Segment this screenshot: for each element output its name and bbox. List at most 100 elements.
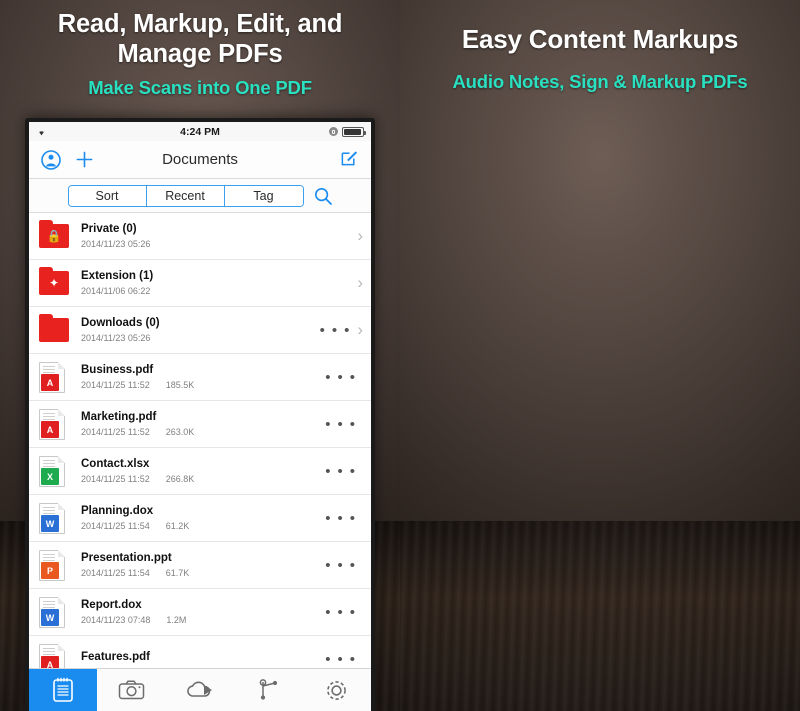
list-item-name: Business.pdf bbox=[81, 364, 154, 376]
list-item-meta: 2014/11/23 05:26 bbox=[81, 239, 357, 249]
more-dots-icon[interactable]: • • • bbox=[325, 557, 357, 574]
list-item-text: Extension (1) 2014/11/06 06:22 bbox=[81, 270, 357, 296]
segment-recent[interactable]: Recent bbox=[146, 185, 225, 206]
bottom-tab-bar[interactable] bbox=[29, 668, 371, 711]
right-wood-texture bbox=[400, 521, 800, 711]
list-item-name: Report.dox bbox=[81, 599, 142, 611]
list-item-date: 2014/11/06 06:22 bbox=[81, 286, 151, 296]
compose-icon[interactable] bbox=[340, 148, 359, 167]
list-item-date: 2014/11/25 11:54 bbox=[81, 568, 150, 578]
list-item-size: 185.5K bbox=[165, 380, 195, 390]
rotation-lock-icon bbox=[329, 127, 338, 136]
pdf-file-icon: A bbox=[39, 361, 69, 393]
list-item-text: Business.pdf 2014/11/25 11:52 185.5K bbox=[81, 364, 325, 390]
list-item[interactable]: A Business.pdf 2014/11/25 11:52 185.5K • • • bbox=[29, 354, 371, 401]
ppt-file-icon: P bbox=[39, 549, 69, 581]
list-item[interactable]: Downloads (0) 2014/11/23 05:26 • • • › bbox=[29, 307, 371, 354]
cloud-download-icon bbox=[187, 681, 213, 697]
right-heading-line1: Easy Content Markups bbox=[461, 24, 739, 54]
list-item-meta: 2014/11/06 06:22 bbox=[81, 286, 357, 296]
tab-settings[interactable] bbox=[303, 669, 371, 711]
list-item[interactable]: ✦ Extension (1) 2014/11/06 06:22 › bbox=[29, 260, 371, 307]
pdf-file-icon: A bbox=[39, 408, 69, 440]
list-item[interactable]: A Marketing.pdf 2014/11/25 11:52 263.0K • • … bbox=[29, 401, 371, 448]
more-dots-icon[interactable]: • • • bbox=[325, 510, 357, 527]
list-item-date: 2014/11/25 11:52 bbox=[81, 380, 150, 390]
search-icon[interactable] bbox=[313, 186, 333, 206]
list-item-name: Contact.xlsx bbox=[81, 458, 150, 470]
list-item-meta: 2014/11/25 11:52 263.0K bbox=[81, 427, 325, 437]
tab-documents[interactable] bbox=[29, 669, 98, 711]
list-item-name: Planning.dox bbox=[81, 505, 154, 517]
list-item-text: Private (0) 2014/11/23 05:26 bbox=[81, 223, 357, 249]
list-item-name: Downloads (0) bbox=[81, 317, 160, 329]
more-dots-icon[interactable]: • • • bbox=[325, 369, 357, 386]
folder-icon: 🔒 bbox=[39, 220, 69, 252]
list-item-name: Private (0) bbox=[81, 223, 137, 235]
list-item-meta: 2014/11/25 11:52 185.5K bbox=[81, 380, 325, 390]
right-headings: Easy Content Markups Audio Notes, Sign &… bbox=[400, 0, 800, 94]
list-item-text: Marketing.pdf 2014/11/25 11:52 263.0K bbox=[81, 411, 325, 437]
segment-sort[interactable]: Sort bbox=[68, 185, 147, 206]
list-item-date: 2014/11/25 11:54 bbox=[81, 521, 150, 531]
left-headings: Read, Markup, Edit, and Manage PDFs Make… bbox=[0, 0, 400, 100]
list-item-date: 2014/11/23 05:26 bbox=[81, 333, 151, 343]
left-heading-line2: Manage PDFs bbox=[117, 40, 283, 68]
more-dots-icon[interactable]: • • • bbox=[325, 651, 357, 668]
segment-tag[interactable]: Tag bbox=[224, 185, 303, 206]
left-heading-line1: Read, Markup, Edit, and bbox=[57, 10, 343, 38]
left-phone-frame: 4:24 PM Documents Sort Recent Tag 🔒 Priv… bbox=[25, 118, 375, 711]
tab-camera[interactable] bbox=[97, 669, 165, 711]
list-item-text: Contact.xlsx 2014/11/25 11:52 266.8K bbox=[81, 458, 325, 484]
list-item-meta: 2014/11/25 11:54 61.7K bbox=[81, 568, 325, 578]
list-item-text: Presentation.ppt 2014/11/25 11:54 61.7K bbox=[81, 552, 325, 578]
left-navbar-right-group bbox=[340, 148, 359, 172]
folder-icon bbox=[39, 314, 69, 346]
list-item-date: 2014/11/25 11:52 bbox=[81, 427, 150, 437]
right-subheading: Audio Notes, Sign & Markup PDFs bbox=[452, 71, 748, 92]
right-panel: Easy Content Markups Audio Notes, Sign &… bbox=[400, 0, 800, 711]
left-status-time: 4:24 PM bbox=[180, 125, 220, 138]
doc-file-icon: W bbox=[39, 502, 69, 534]
left-navbar-left-group bbox=[41, 149, 94, 170]
more-dots-icon[interactable]: • • • bbox=[320, 322, 352, 339]
chevron-right-icon[interactable]: › bbox=[357, 320, 363, 340]
list-item-meta: 2014/11/25 11:54 61.2K bbox=[81, 521, 325, 531]
list-item-name: Extension (1) bbox=[81, 270, 154, 282]
list-item-date: 2014/11/23 07:48 bbox=[81, 615, 151, 625]
chevron-right-icon[interactable]: › bbox=[357, 273, 363, 293]
left-navbar: Documents bbox=[29, 141, 371, 179]
document-list[interactable]: 🔒 Private (0) 2014/11/23 05:26 › ✦ Extension … bbox=[29, 213, 371, 683]
folder-icon: ✦ bbox=[39, 267, 69, 299]
list-item-date: 2014/11/25 11:52 bbox=[81, 474, 150, 484]
list-item[interactable]: W Planning.dox 2014/11/25 11:54 61.2K • • • bbox=[29, 495, 371, 542]
account-icon[interactable] bbox=[41, 149, 61, 170]
list-item-meta: 2014/11/25 11:52 266.8K bbox=[81, 474, 325, 484]
left-status-bar: 4:24 PM bbox=[29, 122, 371, 141]
list-item-date: 2014/11/23 05:26 bbox=[81, 239, 151, 249]
settings-gear-icon bbox=[327, 680, 347, 700]
list-item[interactable]: W Report.dox 2014/11/23 07:48 1.2M • • • bbox=[29, 589, 371, 636]
list-item[interactable]: 🔒 Private (0) 2014/11/23 05:26 › bbox=[29, 213, 371, 260]
list-item-text: Features.pdf bbox=[81, 651, 325, 667]
more-dots-icon[interactable]: • • • bbox=[325, 416, 357, 433]
list-item-meta: 2014/11/23 07:48 1.2M bbox=[81, 615, 325, 625]
list-item[interactable]: X Contact.xlsx 2014/11/25 11:52 266.8K • • • bbox=[29, 448, 371, 495]
list-item-name: Marketing.pdf bbox=[81, 411, 157, 423]
tab-cloud-download[interactable] bbox=[166, 669, 234, 711]
list-item-size: 61.7K bbox=[165, 568, 190, 578]
promo-screenshot: Read, Markup, Edit, and Manage PDFs Make… bbox=[0, 0, 800, 711]
more-dots-icon[interactable]: • • • bbox=[325, 463, 357, 480]
sort-recent-tag-segments[interactable]: Sort Recent Tag bbox=[67, 184, 304, 207]
plus-icon[interactable] bbox=[75, 150, 94, 169]
list-item-text: Downloads (0) 2014/11/23 05:26 bbox=[81, 317, 320, 343]
tab-share[interactable] bbox=[234, 669, 302, 711]
doc-file-icon: W bbox=[39, 596, 69, 628]
left-segmented-bar: Sort Recent Tag bbox=[29, 179, 371, 213]
list-item[interactable]: P Presentation.ppt 2014/11/25 11:54 61.7K • … bbox=[29, 542, 371, 589]
list-item-size: 266.8K bbox=[165, 474, 195, 484]
list-item-text: Report.dox 2014/11/23 07:48 1.2M bbox=[81, 599, 325, 625]
more-dots-icon[interactable]: • • • bbox=[325, 604, 357, 621]
chevron-right-icon[interactable]: › bbox=[357, 226, 363, 246]
list-item-size: 1.2M bbox=[166, 615, 187, 625]
